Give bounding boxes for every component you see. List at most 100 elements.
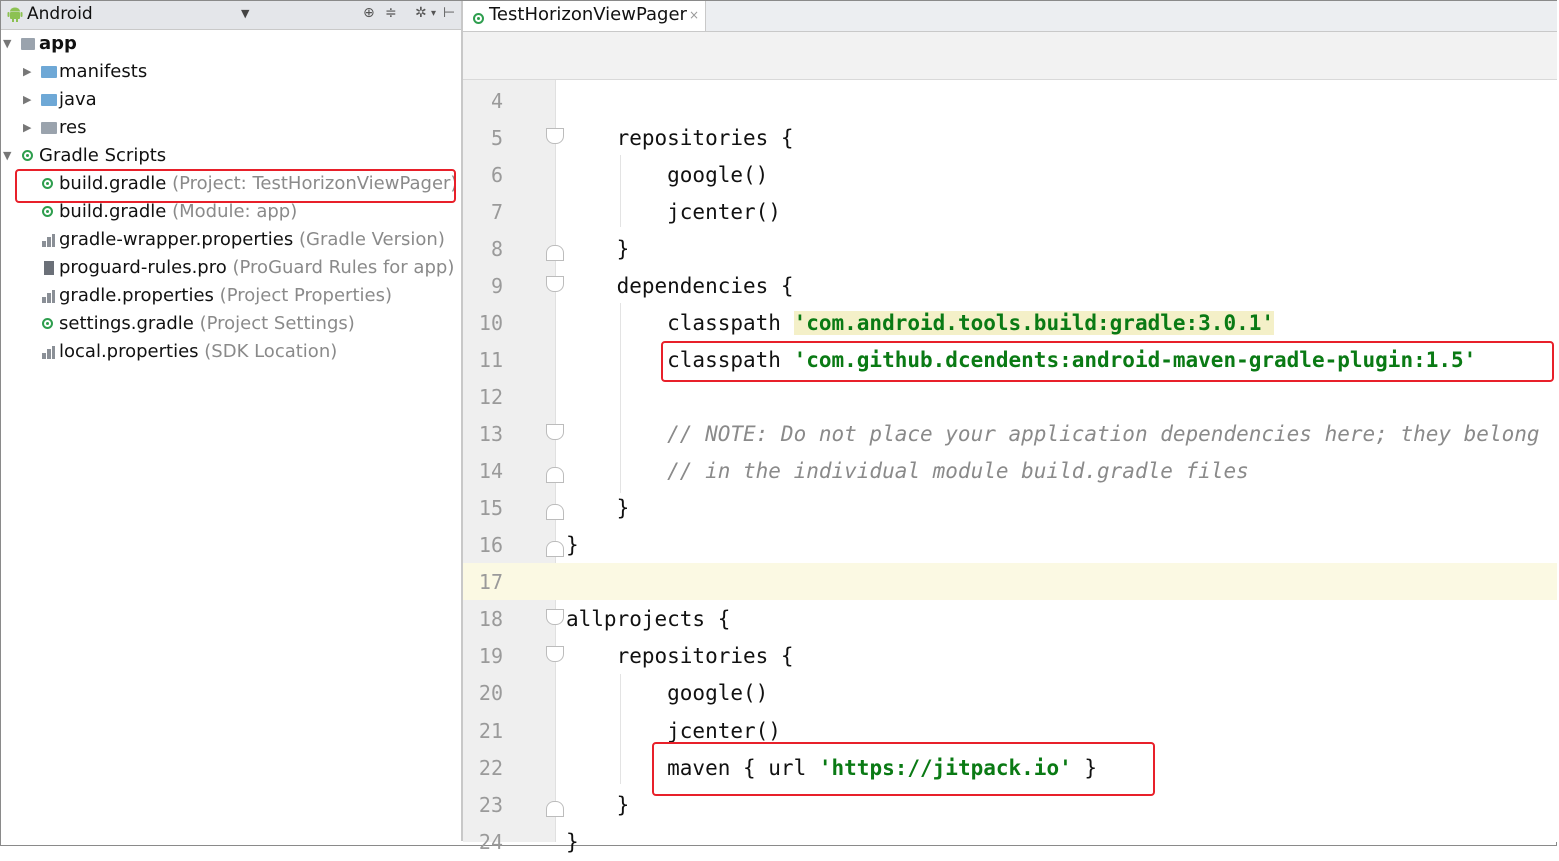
code-text: jcenter() <box>566 200 781 224</box>
fold-marker-close-icon[interactable] <box>546 245 564 261</box>
tree-item-java[interactable]: ▶ java <box>1 86 456 114</box>
expand-arrow-icon[interactable]: ▶ <box>23 58 31 86</box>
fold-marker-close-icon[interactable] <box>546 801 564 817</box>
tree-item-label: app <box>39 33 77 54</box>
code-line: // in the individual module build.gradle… <box>566 453 1249 490</box>
line-number: 20 <box>478 681 503 705</box>
code-line: } <box>566 824 579 861</box>
properties-icon <box>42 282 55 310</box>
collapse-arrow-icon[interactable]: ▼ <box>3 30 11 58</box>
chevron-down-icon[interactable]: ▼ <box>241 7 249 20</box>
code-line: } <box>566 231 630 268</box>
code-line: google() <box>566 675 768 712</box>
tree-item-label: gradle-wrapper.properties <box>59 229 294 250</box>
tree-item-label: local.properties <box>59 341 199 362</box>
fold-marker-close-icon[interactable] <box>546 504 564 520</box>
tree-item-hint: (Gradle Version) <box>299 229 445 250</box>
line-number: 6 <box>490 163 503 187</box>
highlight-box-classpath-plugin <box>661 341 1554 382</box>
project-panel-header: Android ▼ ⊕ ≑ ✲ ▾ ⊢ <box>1 1 461 30</box>
code-line: dependencies { <box>566 268 794 305</box>
code-line: classpath 'com.android.tools.build:gradl… <box>566 305 1275 342</box>
tree-item-res[interactable]: ▶ res <box>1 114 456 142</box>
gradle-icon <box>473 9 484 28</box>
tree-item-app[interactable]: ▼ app <box>1 30 456 58</box>
fold-marker-open-icon[interactable] <box>546 128 564 144</box>
line-number: 17 <box>478 570 503 594</box>
tree-item-label: settings.gradle <box>59 313 194 334</box>
editor-tab-bar: TestHorizonViewPager × <box>463 1 1557 32</box>
tree-item-hint: (Project Properties) <box>219 285 392 306</box>
gradle-icon <box>42 310 53 338</box>
code-text: } <box>566 496 630 520</box>
code-string: 'com.android.tools.build:gradle:3.0.1' <box>793 311 1275 335</box>
fold-marker-close-icon[interactable] <box>546 541 564 557</box>
current-line-highlight <box>463 563 1557 600</box>
code-line: } <box>566 787 630 824</box>
hide-panel-icon[interactable]: ⊢ <box>443 5 455 21</box>
code-text: } <box>566 830 579 854</box>
tree-item-hint: (Module: app) <box>172 201 298 222</box>
collapse-all-icon[interactable]: ≑ <box>385 5 397 21</box>
fold-marker-open-icon[interactable] <box>546 609 564 625</box>
code-line: repositories { <box>566 120 794 157</box>
line-number: 8 <box>490 237 503 261</box>
code-comment: // NOTE: Do not place your application d… <box>566 422 1540 446</box>
fold-marker-close-icon[interactable] <box>546 467 564 483</box>
line-number: 14 <box>478 459 503 483</box>
tree-item-manifests[interactable]: ▶ manifests <box>1 58 456 86</box>
tree-item-hint: (SDK Location) <box>204 341 338 362</box>
expand-arrow-icon[interactable]: ▶ <box>23 86 31 114</box>
expand-arrow-icon[interactable]: ▶ <box>23 114 31 142</box>
code-comment: // in the individual module build.gradle… <box>566 459 1249 483</box>
gradle-icon <box>22 142 33 170</box>
code-text: allprojects { <box>566 607 731 631</box>
code-text: dependencies { <box>566 274 794 298</box>
code-text: jcenter() <box>566 719 781 743</box>
fold-marker-open-icon[interactable] <box>546 646 564 662</box>
editor-toolbar-strip <box>463 32 1557 80</box>
folder-icon <box>41 58 57 86</box>
gear-dropdown-icon[interactable]: ▾ <box>431 8 436 19</box>
tree-item-label: build.gradle <box>59 201 167 222</box>
line-number: 5 <box>490 126 503 150</box>
tree-item-proguard-rules[interactable]: proguard-rules.pro (ProGuard Rules for a… <box>1 254 456 282</box>
tree-item-gradle-wrapper-properties[interactable]: gradle-wrapper.properties (Gradle Versio… <box>1 226 456 254</box>
line-number: 23 <box>478 793 503 817</box>
line-number: 22 <box>478 756 503 780</box>
line-number: 24 <box>478 830 503 854</box>
tree-item-gradle-properties[interactable]: gradle.properties (Project Properties) <box>1 282 456 310</box>
tree-item-gradle-scripts[interactable]: ▼ Gradle Scripts <box>1 142 456 170</box>
line-number: 16 <box>478 533 503 557</box>
line-number: 19 <box>478 644 503 668</box>
file-icon <box>44 254 54 282</box>
folder-icon <box>41 86 57 114</box>
code-line: // NOTE: Do not place your application d… <box>566 416 1540 453</box>
tree-item-local-properties[interactable]: local.properties (SDK Location) <box>1 338 456 366</box>
code-line: allprojects { <box>566 601 730 638</box>
gear-icon[interactable]: ✲ <box>415 5 427 21</box>
close-icon[interactable]: × <box>689 8 699 22</box>
tab-test-horizon-view-pager[interactable]: TestHorizonViewPager × <box>463 1 706 31</box>
fold-marker-open-icon[interactable] <box>546 424 564 440</box>
code-text: } <box>566 533 579 557</box>
code-text: classpath <box>566 311 794 335</box>
line-number: 18 <box>478 607 503 631</box>
code-line: } <box>566 527 579 564</box>
code-line: google() <box>566 157 768 194</box>
sync-target-icon[interactable]: ⊕ <box>363 5 375 21</box>
code-line: jcenter() <box>566 194 781 231</box>
tree-item-settings-gradle[interactable]: settings.gradle (Project Settings) <box>1 310 456 338</box>
line-number: 4 <box>490 89 503 113</box>
line-number: 11 <box>478 348 503 372</box>
properties-icon <box>42 226 55 254</box>
line-number: 7 <box>490 200 503 224</box>
tree-item-label: Gradle Scripts <box>39 145 167 166</box>
collapse-arrow-icon[interactable]: ▼ <box>3 142 11 170</box>
fold-marker-open-icon[interactable] <box>546 276 564 292</box>
tree-item-label: proguard-rules.pro <box>59 257 227 278</box>
project-view-selector[interactable]: Android <box>27 4 93 24</box>
code-text: } <box>566 237 630 261</box>
properties-icon <box>42 338 55 366</box>
tree-item-label: gradle.properties <box>59 285 214 306</box>
